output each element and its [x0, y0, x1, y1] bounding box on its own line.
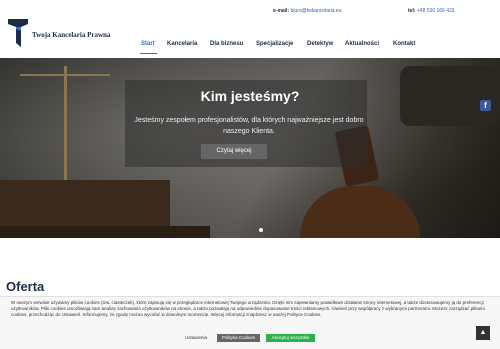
contact-phone: tel: +48 530 166 433	[408, 8, 455, 14]
nav-specjalizacje[interactable]: Specjalizacje	[256, 41, 293, 47]
nav-dla-biznesu[interactable]: Dla biznesu	[210, 41, 243, 47]
section-title: Oferta	[6, 279, 45, 294]
scale-pole-image	[64, 66, 67, 184]
brand-name[interactable]: Twoja Kancelaria Prawna	[32, 31, 110, 39]
tel-label: tel:	[408, 8, 416, 14]
nav-kancelaria[interactable]: Kancelaria	[167, 41, 197, 47]
nav-aktualnosci[interactable]: Aktualności	[345, 41, 379, 47]
nav-kontakt[interactable]: Kontakt	[393, 41, 415, 47]
cookie-banner: W naszym serwisie używamy plików cookies…	[0, 296, 500, 349]
site-header: Twoja Kancelaria Prawna e-mail: biuro@tw…	[0, 0, 500, 58]
contact-email: e-mail: biuro@twkancelaria.eu	[273, 8, 341, 14]
nav-detektyw[interactable]: Detektyw	[307, 41, 333, 47]
slider-dot[interactable]	[259, 228, 263, 232]
cookie-text: W naszym serwisie używamy plików cookies…	[11, 300, 485, 318]
facebook-icon[interactable]: f	[480, 100, 491, 111]
email-link[interactable]: biuro@twkancelaria.eu	[291, 8, 342, 14]
phone-link[interactable]: +48 530 166 433	[417, 8, 455, 14]
nav-start[interactable]: Start	[141, 41, 155, 47]
email-label: e-mail:	[273, 8, 290, 14]
scroll-top-icon[interactable]: ▲	[476, 326, 490, 340]
main-nav: Start Kancelaria Dla biznesu Specjalizac…	[0, 41, 500, 51]
hero-text: Jesteśmy zespołem profesjonalistów, dla …	[134, 117, 364, 135]
books-image	[0, 180, 170, 226]
cookie-policy-button[interactable]: Polityka Cookies	[217, 334, 260, 342]
hero-title: Kim jesteśmy?	[200, 88, 300, 104]
accept-all-button[interactable]: Akceptuj wszystkie	[266, 334, 315, 342]
cookie-settings-button[interactable]: Ustawienia	[181, 334, 211, 342]
nav-active-indicator	[140, 53, 157, 54]
read-more-button[interactable]: Czytaj więcej	[201, 144, 267, 159]
books-bottom-image	[0, 226, 210, 238]
